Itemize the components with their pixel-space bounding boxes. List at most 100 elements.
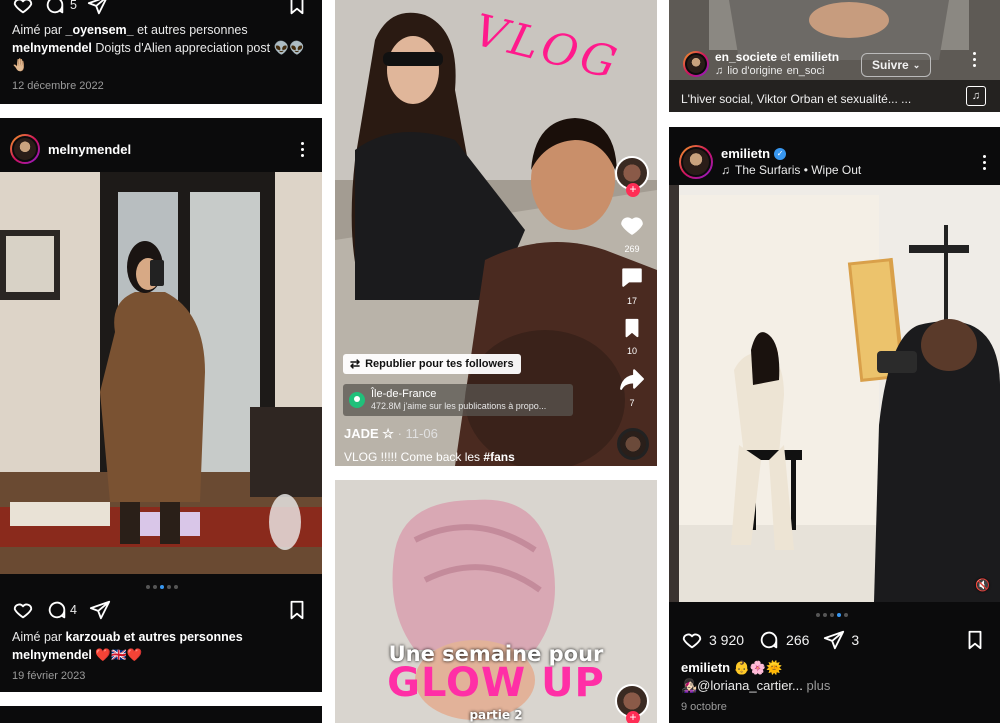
music-note-icon: ♫	[721, 163, 730, 177]
avatar[interactable]	[679, 145, 713, 179]
reel-and: et	[780, 50, 791, 64]
comment-count: 5	[70, 0, 77, 12]
carousel-indicator	[146, 585, 178, 589]
liked-by-prefix: Aimé par	[12, 23, 63, 37]
share-arrow-icon[interactable]	[619, 366, 645, 392]
creator-avatar[interactable]: +	[615, 156, 649, 197]
verified-badge-icon: ✓	[774, 147, 787, 160]
follow-plus-icon[interactable]: +	[626, 711, 640, 723]
caption-emoji: 👶🌸🌞	[733, 660, 783, 675]
follow-button[interactable]: Suivre ⌄	[861, 53, 932, 77]
like-count: 3 920	[709, 632, 745, 648]
liked-by-suffix: et autres personnes	[137, 23, 248, 37]
post-date: 19 février 2023	[12, 670, 86, 682]
video-caption: VLOG !!!!! Come back les #fans	[344, 450, 515, 464]
share-icon[interactable]	[87, 0, 109, 16]
heart-icon[interactable]	[619, 212, 645, 238]
liked-by-text: Aimé par karzouab et autres personnes	[12, 629, 312, 646]
caption-mention[interactable]: 👩🏻‍🎤@loriana_cartier...	[681, 678, 803, 693]
liked-by-prefix: Aimé par	[12, 630, 63, 644]
reel-user1[interactable]: en_societe	[715, 50, 777, 64]
location-pin-icon	[349, 392, 365, 408]
reel-author: en_societe et emilietn ♫ lio d'origine e…	[683, 50, 839, 78]
more-options-icon[interactable]	[982, 155, 986, 170]
location-name: Île-de-France	[371, 388, 437, 400]
photoshoot-illustration	[669, 185, 1000, 602]
location-chip[interactable]: Île-de-France 472.8M j'aime sur les publ…	[343, 384, 573, 416]
liked-by-user[interactable]: karzouab	[66, 630, 121, 644]
comment-icon[interactable]	[758, 629, 780, 651]
comment-icon[interactable]	[44, 0, 66, 16]
comment-icon[interactable]	[619, 264, 645, 290]
avatar[interactable]	[10, 134, 40, 164]
caption-line2: 👩🏻‍🎤@loriana_cartier... plus	[681, 677, 830, 694]
reel-caption: L'hiver social, Viktor Orban et sexualit…	[681, 92, 912, 106]
post-date: 12 décembre 2022	[12, 80, 104, 92]
share-count: 7	[629, 398, 635, 408]
share-icon[interactable]	[823, 629, 845, 651]
video-caption-text: VLOG !!!!! Come back les	[344, 450, 481, 464]
video-overlay-line3: partie 2	[469, 708, 523, 722]
caption: melnymendel ❤️🇬🇧❤️	[12, 647, 312, 664]
video-overlay-line2: GLOW UP	[387, 660, 605, 706]
save-count: 10	[626, 346, 637, 356]
caption-user[interactable]: emilietn	[681, 660, 730, 675]
repost-button[interactable]: ⇄ Republier pour tes followers	[343, 354, 521, 374]
feed-column-right: 1 en_societe et emilietn ♫ lio d'origine…	[669, 0, 1000, 723]
post-username[interactable]: emilietn	[721, 145, 770, 162]
follow-plus-icon[interactable]: +	[626, 183, 640, 197]
caption-emoji: 🤚🏼	[12, 58, 28, 72]
carousel-indicator	[816, 613, 848, 617]
video-date: · 11-06	[397, 426, 438, 441]
post-photo[interactable]	[0, 172, 322, 574]
share-icon[interactable]	[89, 599, 111, 621]
liked-by-user[interactable]: _oyensem_	[66, 23, 134, 37]
follow-label: Suivre	[872, 58, 909, 72]
heart-icon[interactable]	[12, 599, 34, 621]
bookmark-icon[interactable]	[621, 316, 643, 340]
reel-audio[interactable]: lio d'origine	[727, 64, 782, 78]
comment-count: 266	[786, 632, 810, 648]
more-options-icon[interactable]	[300, 142, 304, 157]
caption-text: Doigts d'Alien appreciation post 👽👽	[95, 41, 305, 55]
post-username[interactable]: melnymendel	[48, 142, 131, 157]
mute-icon[interactable]: 🔇	[975, 578, 990, 592]
caption: melnymendel Doigts d'Alien appreciation …	[12, 40, 312, 74]
bookmark-icon[interactable]	[964, 629, 986, 651]
video-actions: + 269 17 10 7	[615, 156, 649, 408]
caption-user[interactable]: melnymendel	[12, 648, 92, 662]
side-count: 1	[984, 0, 990, 2]
reel-user2[interactable]: emilietn	[794, 50, 839, 64]
audio-track-icon[interactable]: ♫	[966, 86, 986, 106]
reel-audio-user[interactable]: en_soci	[787, 64, 825, 78]
repost-label: Republier pour tes followers	[365, 358, 514, 370]
heart-icon[interactable]	[681, 629, 703, 651]
heart-icon[interactable]	[12, 0, 34, 16]
bookmark-icon[interactable]	[286, 0, 308, 16]
bookmark-icon[interactable]	[286, 599, 308, 621]
video-author[interactable]: JADE ☆	[344, 426, 394, 441]
like-count: 269	[624, 244, 640, 254]
mirror-selfie-illustration	[0, 172, 322, 574]
avatar[interactable]	[683, 51, 709, 77]
reel-card[interactable]: 1 en_societe et emilietn ♫ lio d'origine…	[669, 0, 1000, 112]
liked-by-suffix: et autres personnes	[123, 630, 243, 644]
post-card: melnymendel 4 Aimé par karzouab et autre…	[0, 118, 322, 692]
creator-avatar[interactable]: +	[615, 684, 649, 723]
post-card-next	[0, 706, 322, 723]
post-card: emilietn ✓ ♫ The Surfaris • Wipe Out 🔇 3…	[669, 127, 1000, 723]
post-music[interactable]: The Surfaris • Wipe Out	[735, 162, 861, 179]
more-link[interactable]: plus	[807, 678, 831, 693]
video-card[interactable]: VLOG + 269 17 10 7 ⇄ Republier pour tes …	[335, 0, 657, 466]
comment-icon[interactable]	[46, 599, 68, 621]
post-photo[interactable]: 🔇	[669, 185, 1000, 602]
caption-user[interactable]: melnymendel	[12, 41, 92, 55]
music-note-icon: ♫	[715, 65, 724, 77]
more-options-icon[interactable]	[972, 52, 976, 67]
video-card[interactable]: Une semaine pour GLOW UP partie 2 +	[335, 480, 657, 723]
music-disc-icon[interactable]	[617, 428, 649, 460]
post-actions: 3 920 266 3	[681, 629, 859, 651]
post-date: 9 octobre	[681, 701, 727, 713]
hashtag-link[interactable]: #fans	[483, 450, 514, 464]
repost-icon: ⇄	[350, 357, 361, 371]
